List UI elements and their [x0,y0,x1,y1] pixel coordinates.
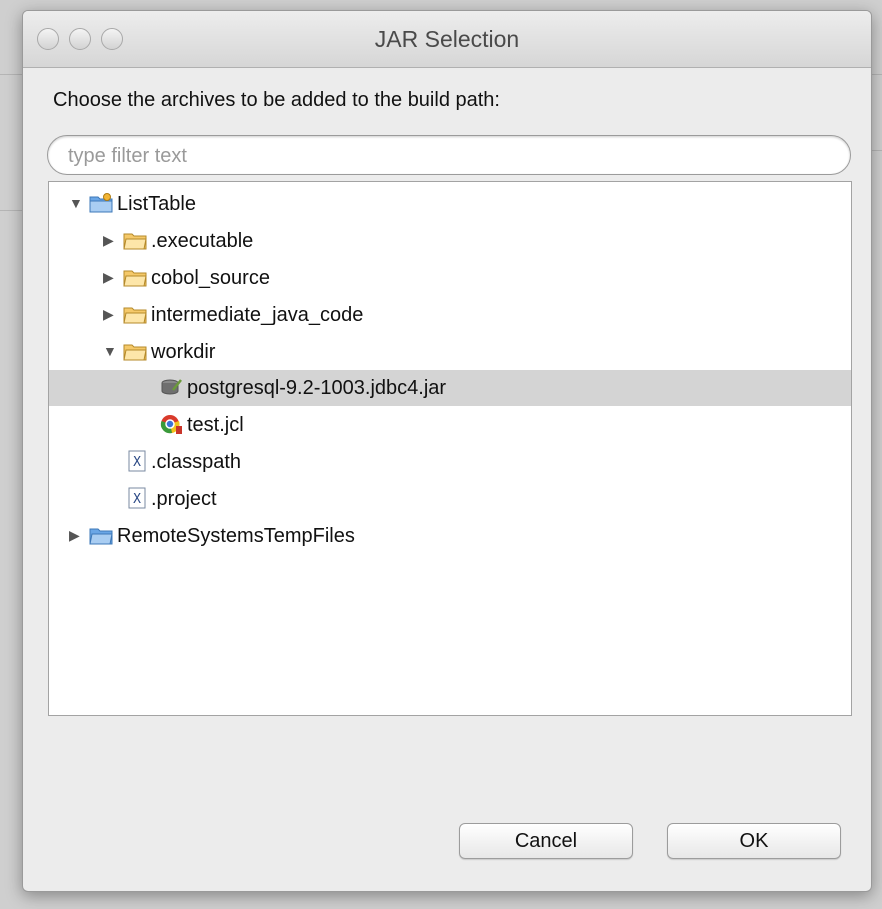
tree-item-label: intermediate_java_code [151,304,364,326]
tree-item-workdir[interactable]: ▼ workdir [49,334,851,370]
tree-item-test-jcl[interactable]: test.jcl [49,407,851,443]
dialog-prompt: Choose the archives to be added to the b… [53,89,500,111]
project-folder-icon [89,193,113,213]
tree-item-label: cobol_source [151,267,270,289]
xml-file-icon: X [128,487,146,509]
filter-input[interactable] [66,142,830,170]
svg-text:X: X [133,492,141,507]
tree-item-project[interactable]: X .project [49,481,851,517]
archive-tree[interactable]: ▼ ListTable ▶ .executable ▶ cobol_source… [48,181,852,716]
tree-item-cobol-source[interactable]: ▶ cobol_source [49,260,851,296]
cancel-button[interactable]: Cancel [459,823,633,859]
tree-item-label: test.jcl [187,414,244,436]
project-folder-icon [89,528,113,545]
tree-item-label: .project [151,488,217,510]
ok-button[interactable]: OK [667,823,841,859]
tree-item-executable[interactable]: ▶ .executable [49,223,851,259]
collapsed-triangle-icon[interactable]: ▶ [103,269,117,285]
folder-icon [123,270,147,287]
tree-item-remote-systems-temp-files[interactable]: ▶ RemoteSystemsTempFiles [49,518,851,554]
title-bar: JAR Selection [23,11,871,68]
tree-item-listtable[interactable]: ▼ ListTable [49,186,851,222]
xml-file-icon: X [128,450,146,472]
collapsed-triangle-icon[interactable]: ▶ [103,232,117,248]
tree-item-label: RemoteSystemsTempFiles [117,525,355,547]
expanded-triangle-icon[interactable]: ▼ [103,343,117,359]
tree-item-label: postgresql-9.2-1003.jdbc4.jar [187,377,447,399]
svg-text:X: X [133,455,141,470]
tree-item-intermediate-java-code[interactable]: ▶ intermediate_java_code [49,297,851,333]
expanded-triangle-icon[interactable]: ▼ [69,195,83,211]
tree-item-classpath[interactable]: X .classpath [49,444,851,480]
collapsed-triangle-icon[interactable]: ▶ [103,306,117,322]
tree-item-label: ListTable [117,193,196,215]
collapsed-triangle-icon[interactable]: ▶ [69,527,83,543]
jar-icon [161,379,182,395]
filter-field[interactable] [47,135,851,175]
folder-icon [123,233,147,250]
dialog-title: JAR Selection [374,26,520,52]
jar-selection-dialog: JAR Selection Choose the archives to be … [22,10,872,892]
tree-item-postgresql-jar[interactable]: postgresql-9.2-1003.jdbc4.jar [49,370,851,406]
tree-item-label: .classpath [151,451,242,473]
open-folder-icon [123,344,147,361]
tree-item-label: workdir [151,341,216,363]
folder-icon [123,307,147,324]
tree-item-label: .executable [151,230,254,252]
browser-file-icon [160,415,182,434]
